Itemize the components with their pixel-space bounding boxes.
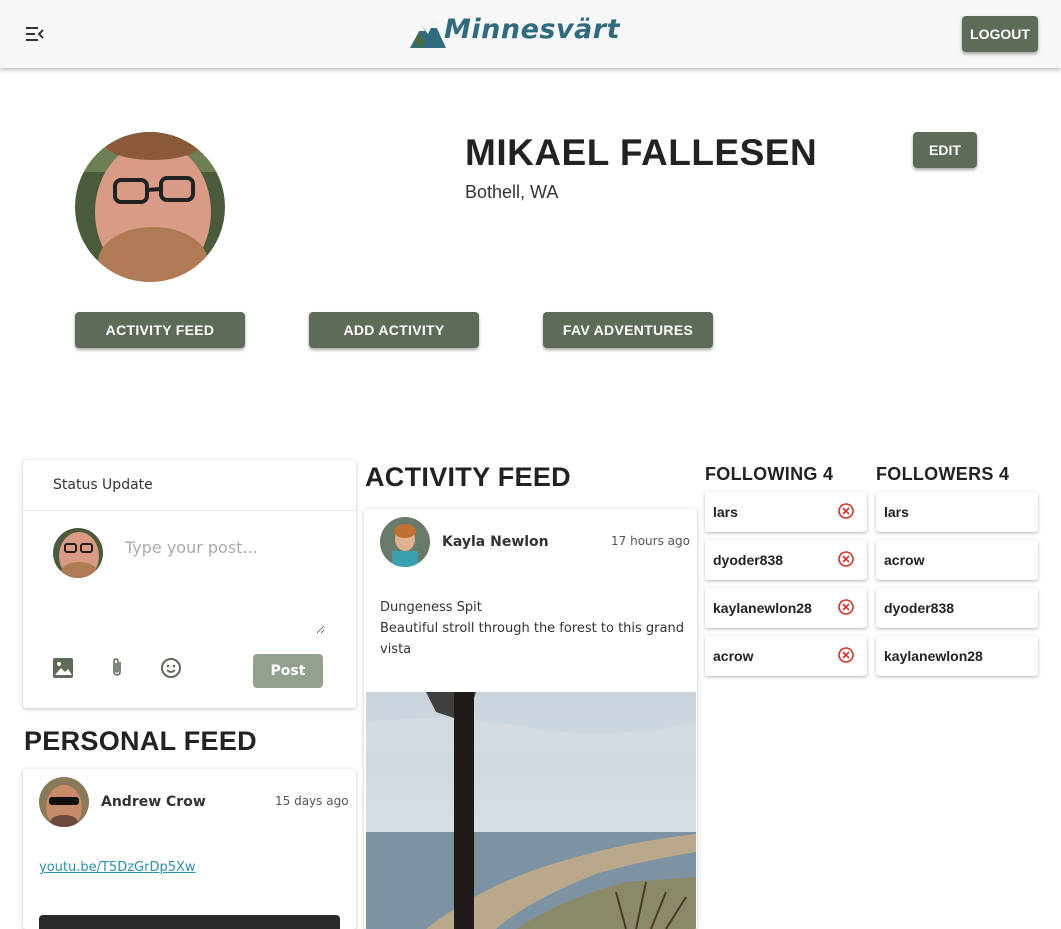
following-username: lars bbox=[713, 504, 738, 520]
image-icon[interactable] bbox=[51, 656, 75, 680]
post-author-avatar[interactable] bbox=[380, 517, 430, 567]
post-title: Dungeness Spit bbox=[380, 600, 482, 615]
emoji-icon[interactable] bbox=[159, 656, 183, 680]
post-body-line-2: vista bbox=[380, 642, 412, 657]
status-update-card: Status Update Post bbox=[23, 460, 356, 708]
logo-text: Minnesvärt bbox=[444, 14, 620, 45]
post-timestamp: 15 days ago bbox=[275, 794, 349, 808]
following-username: acrow bbox=[713, 648, 754, 664]
status-user-avatar bbox=[53, 528, 103, 578]
follower-item[interactable]: kaylanewlon28 bbox=[876, 636, 1038, 676]
following-item[interactable]: lars bbox=[705, 492, 867, 532]
post-photo[interactable] bbox=[366, 692, 696, 929]
follower-item[interactable]: acrow bbox=[876, 540, 1038, 580]
activity-feed-title: ACTIVITY FEED bbox=[365, 462, 571, 492]
profile-avatar bbox=[75, 132, 225, 282]
edit-profile-button[interactable]: EDIT bbox=[913, 132, 977, 168]
remove-circle-icon[interactable] bbox=[837, 502, 855, 520]
activity-feed-button[interactable]: ACTIVITY FEED bbox=[75, 312, 245, 348]
personal-feed-post: Andrew Crow 15 days ago youtu.be/T5DzGrD… bbox=[23, 769, 356, 929]
fav-adventures-button[interactable]: FAV ADVENTURES bbox=[543, 312, 713, 348]
follower-username: dyoder838 bbox=[884, 600, 955, 616]
logout-button[interactable]: LOGOUT bbox=[962, 16, 1038, 52]
menu-collapse-icon[interactable] bbox=[24, 24, 46, 44]
activity-feed-post: Kayla Newlon 17 hours ago Dungeness Spit… bbox=[364, 509, 697, 929]
post-link[interactable]: youtu.be/T5DzGrDp5Xw bbox=[39, 860, 196, 875]
following-item[interactable]: kaylanewlon28 bbox=[705, 588, 867, 628]
post-author-name[interactable]: Kayla Newlon bbox=[442, 534, 549, 550]
post-video-thumbnail[interactable] bbox=[39, 915, 340, 929]
post-input[interactable] bbox=[125, 538, 325, 634]
following-title: FOLLOWING 4 bbox=[705, 464, 834, 484]
status-update-header: Status Update bbox=[23, 460, 356, 511]
following-item[interactable]: dyoder838 bbox=[705, 540, 867, 580]
remove-circle-icon[interactable] bbox=[837, 646, 855, 664]
mountain-logo-icon bbox=[410, 22, 446, 48]
remove-circle-icon[interactable] bbox=[837, 598, 855, 616]
post-author-avatar[interactable] bbox=[39, 777, 89, 827]
remove-circle-icon[interactable] bbox=[837, 550, 855, 568]
followers-title: FOLLOWERS 4 bbox=[876, 464, 1010, 484]
app-logo[interactable]: Minnesvärt bbox=[408, 8, 620, 54]
post-button[interactable]: Post bbox=[253, 654, 323, 688]
follower-item[interactable]: dyoder838 bbox=[876, 588, 1038, 628]
post-body-line-1: Beautiful stroll through the forest to t… bbox=[380, 621, 684, 636]
personal-feed-title: PERSONAL FEED bbox=[24, 726, 257, 756]
follower-username: lars bbox=[884, 504, 909, 520]
follower-username: acrow bbox=[884, 552, 925, 568]
post-author-name[interactable]: Andrew Crow bbox=[101, 794, 206, 810]
following-item[interactable]: acrow bbox=[705, 636, 867, 676]
following-username: dyoder838 bbox=[713, 552, 784, 568]
app-bar: Minnesvärt LOGOUT bbox=[0, 0, 1061, 68]
profile-name: MIKAEL FALLESEN bbox=[465, 132, 818, 173]
paperclip-icon[interactable] bbox=[105, 656, 129, 680]
add-activity-button[interactable]: ADD ACTIVITY bbox=[309, 312, 479, 348]
following-username: kaylanewlon28 bbox=[713, 600, 812, 616]
follower-username: kaylanewlon28 bbox=[884, 648, 983, 664]
follower-item[interactable]: lars bbox=[876, 492, 1038, 532]
profile-location: Bothell, WA bbox=[465, 182, 559, 202]
post-timestamp: 17 hours ago bbox=[611, 534, 690, 548]
